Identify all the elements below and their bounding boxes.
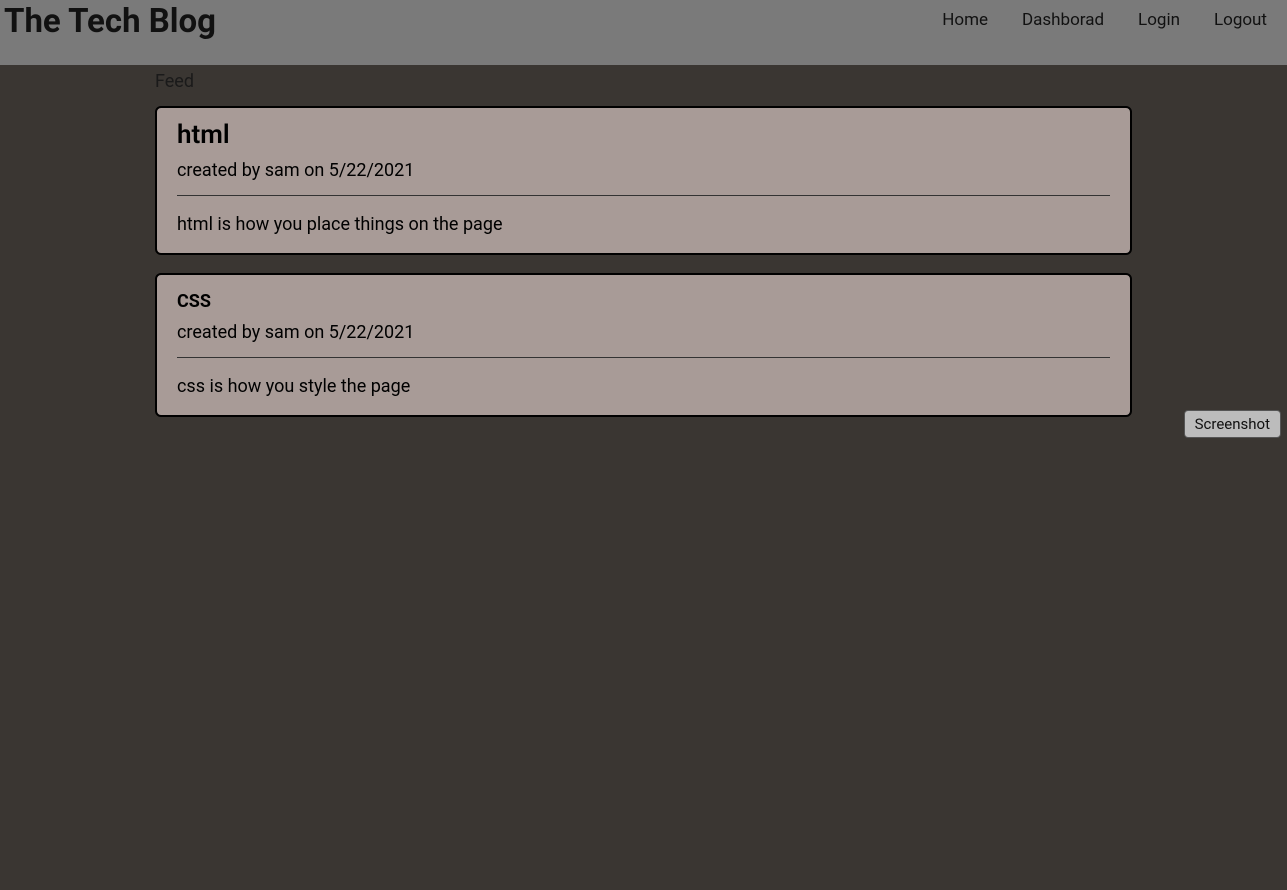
post-title[interactable]: CSS (177, 291, 1110, 312)
site-title: The Tech Blog (4, 0, 216, 41)
main-content: Feed html created by sam on 5/22/2021 ht… (0, 65, 1287, 417)
nav-home[interactable]: Home (942, 10, 988, 30)
header: The Tech Blog Home Dashborad Login Logou… (0, 0, 1287, 65)
nav: Home Dashborad Login Logout (942, 0, 1283, 30)
post-meta: created by sam on 5/22/2021 (177, 322, 1110, 343)
post-meta: created by sam on 5/22/2021 (177, 160, 1110, 181)
divider (177, 357, 1110, 358)
post-title[interactable]: html (177, 120, 1110, 150)
nav-dashboard[interactable]: Dashborad (1022, 10, 1104, 30)
nav-login[interactable]: Login (1138, 10, 1180, 30)
post-card: html created by sam on 5/22/2021 html is… (155, 106, 1132, 255)
post-body: html is how you place things on the page (177, 214, 1110, 235)
screenshot-button[interactable]: Screenshot (1184, 410, 1281, 438)
nav-logout[interactable]: Logout (1214, 10, 1267, 30)
post-body: css is how you style the page (177, 376, 1110, 397)
feed-label: Feed (155, 71, 1132, 92)
divider (177, 195, 1110, 196)
post-card: CSS created by sam on 5/22/2021 css is h… (155, 273, 1132, 417)
